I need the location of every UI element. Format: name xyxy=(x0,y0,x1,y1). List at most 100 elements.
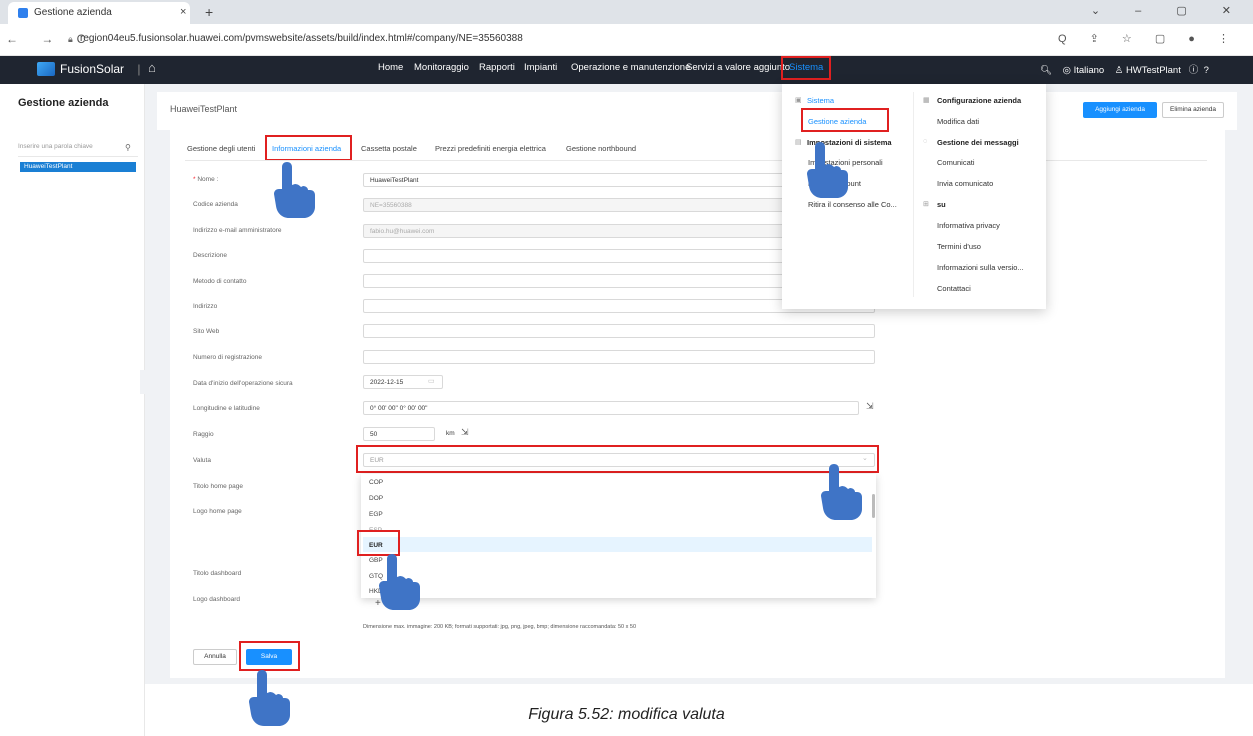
globe-icon: ◎ xyxy=(1062,65,1071,76)
indirizzo-label: Indirizzo xyxy=(193,303,218,310)
radius-pick-icon[interactable]: ⇲ xyxy=(461,427,469,438)
highlight-gestione-azienda xyxy=(801,108,889,132)
tab-cassetta-postale[interactable]: Cassetta postale xyxy=(361,144,417,153)
company-bar xyxy=(157,92,1237,130)
email-label: Indirizzo e-mail amministratore xyxy=(193,227,282,234)
currency-option[interactable]: COP xyxy=(369,479,383,486)
nome-label: * Nome : xyxy=(193,176,219,183)
nav-operazione[interactable]: Operazione e manutenzione xyxy=(571,62,690,73)
collapse-sidebar-handle[interactable] xyxy=(140,370,152,394)
registrazione-field[interactable] xyxy=(363,350,875,364)
tab-northbound[interactable]: Gestione northbound xyxy=(566,144,636,153)
delete-company-button[interactable]: Elimina azienda xyxy=(1162,102,1224,118)
lock-icon: 🔒︎ xyxy=(68,34,73,44)
menu-item-invia-comunicato[interactable]: Invia comunicato xyxy=(937,179,993,188)
user-icon: ♙ xyxy=(1114,65,1124,76)
data-label: Data d'inizio dell'operazione sicura xyxy=(193,380,293,387)
config-icon: ▦ xyxy=(923,97,930,104)
raggio-unit: km xyxy=(446,430,455,437)
tab-close-icon[interactable]: × xyxy=(180,6,186,18)
titolo-home-label: Titolo home page xyxy=(193,483,243,490)
nav-rapporti[interactable]: Rapporti xyxy=(479,62,515,73)
company-title: HuaweiTestPlant xyxy=(170,104,238,114)
highlight-sistema xyxy=(781,56,831,80)
cancel-button[interactable]: Annulla xyxy=(193,649,237,665)
raggio-label: Raggio xyxy=(193,431,214,438)
new-tab-button[interactable]: + xyxy=(205,4,213,20)
menu-item-privacy[interactable]: Informativa privacy xyxy=(937,221,1000,230)
sidebar xyxy=(0,84,145,736)
menu-divider xyxy=(913,92,914,297)
highlight-tab xyxy=(265,135,352,161)
system-icon: ▣ xyxy=(795,97,802,104)
header-right-tools[interactable]: 🔍︎ ◎ Italiano ♙ HWTestPlant ⓘ ? xyxy=(1040,62,1209,76)
pointing-hand-icon xyxy=(274,162,315,218)
favicon-icon xyxy=(18,8,28,18)
menu-item-modifica-dati[interactable]: Modifica dati xyxy=(937,117,979,126)
settings-icon: ▤ xyxy=(795,139,802,146)
highlight-valuta xyxy=(356,445,879,473)
browser-toolbar-icons[interactable]: Q ⇪ ☆ ▢ ● ⋮ xyxy=(1058,32,1239,45)
highlight-save xyxy=(239,641,300,671)
option-highlight xyxy=(363,537,872,552)
tab-gestione-utenti[interactable]: Gestione degli utenti xyxy=(187,144,255,153)
map-pick-icon[interactable]: ⇲ xyxy=(866,401,874,412)
browser-tab[interactable]: Gestione azienda xyxy=(8,2,190,24)
sidebar-item-company[interactable]: HuaweiTestPlant xyxy=(20,162,136,172)
menu-header-configurazione: Configurazione azienda xyxy=(937,96,1022,105)
search-icon[interactable]: ⚲ xyxy=(125,143,131,152)
descrizione-label: Descrizione xyxy=(193,252,227,259)
nav-home[interactable]: Home xyxy=(378,62,403,73)
fusionsolar-logo-icon xyxy=(37,62,55,76)
window-controls[interactable]: ⌄ – ▢ ✕ xyxy=(1091,4,1247,17)
menu-item-termini[interactable]: Termini d'uso xyxy=(937,242,981,251)
calendar-icon[interactable]: ▭ xyxy=(428,377,435,385)
currency-dropdown xyxy=(361,474,876,598)
brand-name: FusionSolar | xyxy=(60,62,141,76)
help-icon[interactable]: ? xyxy=(1204,65,1209,76)
sito-field[interactable] xyxy=(363,324,875,338)
sidebar-title: Gestione azienda xyxy=(18,97,109,109)
search-icon[interactable]: 🔍︎ xyxy=(1040,65,1052,76)
upload-note: Dimensione max. immagine: 200 KB; format… xyxy=(363,624,637,630)
menu-header-su: su xyxy=(937,200,946,209)
coord-label: Longitudine e latitudine xyxy=(193,405,260,412)
home-icon[interactable]: ⌂ xyxy=(148,60,156,75)
codice-label: Codice azienda xyxy=(193,201,238,208)
add-company-button[interactable]: Aggiungi azienda xyxy=(1083,102,1157,118)
raggio-field[interactable]: 50 xyxy=(363,427,435,441)
nav-impianti[interactable]: Impianti xyxy=(524,62,557,73)
coord-field[interactable]: 0° 00' 00" 0° 00' 00" xyxy=(363,401,859,415)
user-name[interactable]: HWTestPlant xyxy=(1126,65,1181,76)
pointing-hand-icon xyxy=(379,554,420,610)
message-icon: ◌ xyxy=(923,138,928,145)
language-selector[interactable]: Italiano xyxy=(1074,65,1105,76)
menu-item-ritira-consenso[interactable]: Ritira il consenso alle Co... xyxy=(808,200,897,209)
tab-prezzi[interactable]: Prezzi predefiniti energia elettrica xyxy=(435,144,546,153)
tabs-divider xyxy=(185,160,1207,161)
currency-option[interactable]: EGP xyxy=(369,511,383,518)
metodo-label: Metodo di contatto xyxy=(193,278,247,285)
sidebar-search-input[interactable]: Inserire una parola chiave xyxy=(18,143,138,157)
nav-servizi[interactable]: Servizi a valore aggiunto xyxy=(686,62,790,73)
nav-monitoraggio[interactable]: Monitoraggio xyxy=(414,62,469,73)
logo-dashboard-label: Logo dashboard xyxy=(193,596,240,603)
menu-item-versione[interactable]: Informazioni sulla versio... xyxy=(937,263,1024,272)
sito-label: Sito Web xyxy=(193,328,220,335)
currency-option[interactable]: DOP xyxy=(369,495,383,502)
pointing-hand-icon xyxy=(807,142,848,198)
logo-home-label: Logo home page xyxy=(193,508,242,515)
figure-caption: Figura 5.52: modifica valuta xyxy=(528,706,725,723)
titolo-dashboard-label: Titolo dashboard xyxy=(193,570,242,577)
menu-item-contattaci[interactable]: Contattaci xyxy=(937,284,971,293)
pointing-hand-icon xyxy=(821,464,862,520)
valuta-label: Valuta xyxy=(193,457,211,464)
dropdown-scrollbar[interactable] xyxy=(872,494,875,518)
menu-item-comunicati[interactable]: Comunicati xyxy=(937,158,975,167)
menu-header-messaggi: Gestione dei messaggi xyxy=(937,138,1019,147)
menu-header-sistema: Sistema xyxy=(807,96,835,105)
registrazione-label: Numero di registrazione xyxy=(193,354,263,361)
grid-icon: ⊞ xyxy=(923,201,929,208)
url-field[interactable]: region04eu5.fusionsolar.huawei.com/pvmsw… xyxy=(80,33,523,44)
info-icon[interactable]: ⓘ xyxy=(1189,65,1199,76)
